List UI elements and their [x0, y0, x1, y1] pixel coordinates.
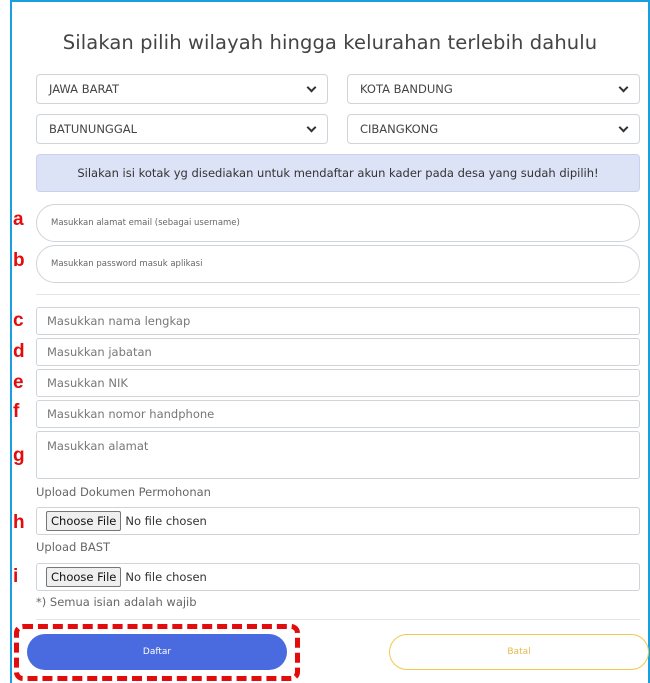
chevron-down-icon [618, 82, 629, 92]
nik-placeholder: Masukkan NIK [47, 376, 128, 390]
email-field[interactable]: Masukkan alamat email (sebagai username) [36, 204, 640, 242]
email-placeholder: Masukkan alamat email (sebagai username) [51, 218, 240, 228]
no-file-text: No file chosen [125, 570, 207, 584]
name-placeholder: Masukkan nama lengkap [47, 314, 191, 328]
marker-a: a [13, 209, 24, 230]
upload-bast-input[interactable]: Choose File No file chosen [36, 563, 640, 591]
password-placeholder: Masukkan password masuk aplikasi [51, 259, 203, 269]
province-value: JAWA BARAT [49, 82, 119, 96]
divider [36, 619, 640, 620]
city-select[interactable]: KOTA BANDUNG [347, 74, 640, 104]
cancel-label: Batal [507, 647, 531, 657]
marker-i: i [13, 566, 19, 587]
password-field[interactable]: Masukkan password masuk aplikasi [36, 245, 640, 283]
highlight-annotation [14, 624, 300, 681]
phone-placeholder: Masukkan nomor handphone [47, 407, 215, 421]
upload-doc-label: Upload Dokumen Permohonan [36, 485, 211, 499]
address-placeholder: Masukkan alamat [47, 439, 149, 453]
chevron-down-icon [618, 122, 629, 132]
province-select[interactable]: JAWA BARAT [36, 74, 328, 104]
choose-file-button[interactable]: Choose File [46, 567, 122, 587]
district-value: BATUNUNGGAL [49, 122, 138, 136]
cancel-button[interactable]: Batal [389, 634, 649, 670]
marker-d: d [13, 341, 25, 362]
chevron-down-icon [306, 122, 317, 132]
divider [36, 294, 640, 295]
village-select[interactable]: CIBANGKONG [347, 114, 640, 144]
address-field[interactable]: Masukkan alamat [36, 431, 640, 479]
info-alert: Silakan isi kotak yg disediakan untuk me… [36, 154, 640, 192]
upload-doc-input[interactable]: Choose File No file chosen [36, 507, 640, 535]
upload-bast-label: Upload BAST [36, 540, 111, 554]
nik-field[interactable]: Masukkan NIK [36, 369, 640, 397]
no-file-text: No file chosen [125, 514, 207, 528]
marker-f: f [13, 401, 20, 422]
choose-file-button[interactable]: Choose File [46, 511, 122, 531]
district-select[interactable]: BATUNUNGGAL [36, 114, 328, 144]
city-value: KOTA BANDUNG [360, 82, 453, 96]
phone-field[interactable]: Masukkan nomor handphone [36, 400, 640, 428]
chevron-down-icon [306, 82, 317, 92]
marker-h: h [13, 512, 25, 533]
marker-e: e [13, 372, 24, 393]
village-value: CIBANGKONG [360, 122, 439, 136]
position-field[interactable]: Masukkan jabatan [36, 338, 640, 366]
alert-text: Silakan isi kotak yg disediakan untuk me… [77, 166, 599, 180]
page-title: Silakan pilih wilayah hingga kelurahan t… [62, 31, 598, 54]
marker-b: b [13, 250, 25, 271]
required-note: *) Semua isian adalah wajib [36, 595, 197, 609]
full-name-field[interactable]: Masukkan nama lengkap [36, 307, 640, 335]
marker-c: c [13, 310, 24, 331]
marker-g: g [13, 445, 25, 466]
position-placeholder: Masukkan jabatan [47, 345, 152, 359]
